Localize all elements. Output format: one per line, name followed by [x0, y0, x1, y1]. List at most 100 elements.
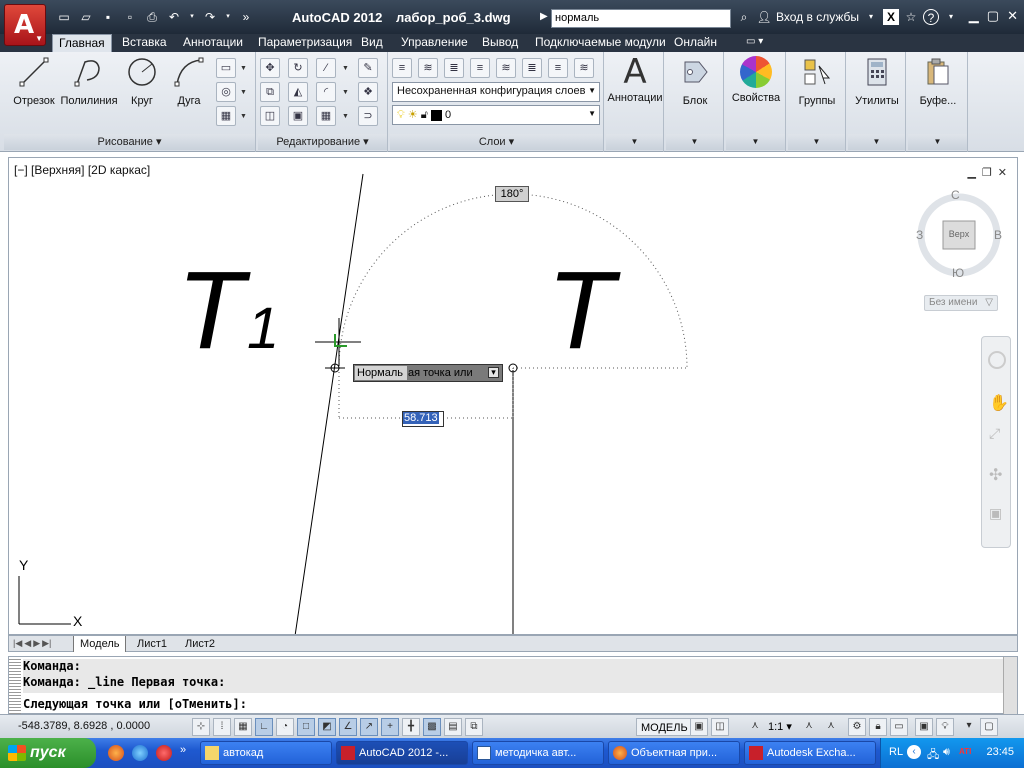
ribbon-minimize-icon[interactable]: ▭ ▾ [740, 34, 769, 52]
layer-state-icon[interactable]: ≋ [418, 58, 438, 78]
workspace-switching-icon[interactable]: ⚙ [848, 718, 866, 736]
qat-more-icon[interactable]: » [238, 10, 254, 24]
save-as-icon[interactable]: ▫ [122, 10, 138, 24]
tab-model[interactable]: Модель [73, 636, 127, 652]
quick-view-layouts-icon[interactable]: ▣ [690, 718, 708, 736]
layer-properties-icon[interactable]: ≡ [392, 58, 412, 78]
pan-hand-icon[interactable]: ✋ [989, 393, 1009, 413]
viewcube-west[interactable]: З [916, 228, 923, 242]
chevron-down-icon[interactable]: ▼ [342, 113, 349, 120]
tab-annotate[interactable]: Аннотации [177, 34, 249, 52]
dynamic-input-prompt[interactable]: Нормаль ая точка или ▾ [353, 364, 503, 382]
tab-home[interactable]: Главная [52, 34, 112, 52]
tab-online[interactable]: Онлайн [668, 34, 723, 52]
taskbar-item-autocad[interactable]: AutoCAD 2012 -... [336, 741, 468, 765]
taskbar-item-exchange[interactable]: Autodesk Excha... [744, 741, 876, 765]
infer-constraints-icon[interactable]: ⊹ [192, 718, 210, 736]
layer-match-icon[interactable]: ≣ [444, 58, 464, 78]
bulb-icon[interactable]: 💡︎ [936, 718, 954, 736]
fillet-icon[interactable]: ◜ [316, 82, 336, 102]
scale-icon[interactable]: ▣ [288, 106, 308, 126]
layers-panel-title[interactable]: Слои ▾ [390, 134, 603, 150]
layer-isolate-icon[interactable]: ≋ [496, 58, 516, 78]
circle-tool[interactable]: Круг [122, 56, 162, 107]
annotation-scale[interactable]: 1:1 ▾ [768, 718, 792, 736]
chevron-down-icon[interactable]: ▼ [240, 65, 247, 72]
tab-plugins[interactable]: Подключаемые модули [529, 34, 672, 52]
viewcube-south[interactable]: Ю [952, 266, 964, 280]
chevron-down-icon[interactable]: ▼ [240, 113, 247, 120]
viewcube-east[interactable]: В [994, 228, 1002, 242]
utilities-panel[interactable]: Утилиты ▼ [848, 52, 906, 152]
polar-tracking-icon[interactable]: ◔ [276, 718, 294, 736]
draw-panel-title[interactable]: Рисование ▾ [4, 134, 255, 150]
chevron-down-icon[interactable]: ▾ [863, 9, 879, 25]
new-file-icon[interactable]: ▭ [56, 10, 72, 24]
current-layer-select[interactable]: 💡︎ ☀ 🔓︎ 0 ▼ [392, 105, 600, 125]
transparency-icon[interactable]: ▩ [423, 718, 441, 736]
close-icon[interactable]: ✕ [1007, 8, 1018, 24]
explode-icon[interactable]: ❖ [358, 82, 378, 102]
3d-osnap-icon[interactable]: ◩ [318, 718, 336, 736]
ati-icon[interactable]: ATI [959, 747, 971, 756]
annotation-panel[interactable]: A Аннотации ▼ [606, 52, 664, 152]
taskbar-item-folder[interactable]: автокад [200, 741, 332, 765]
ortho-icon[interactable]: ∟ [255, 718, 273, 736]
language-indicator[interactable]: RL [889, 746, 903, 758]
command-line[interactable]: Команда: Команда: _line Первая точка: Сл… [8, 656, 1018, 715]
properties-panel[interactable]: Свойства ▼ [726, 52, 786, 152]
tab-layout1[interactable]: Лист1 [131, 636, 173, 652]
start-button[interactable]: пуск [0, 738, 96, 768]
command-prompt[interactable]: Следующая точка или [оТменить]: [23, 697, 247, 711]
lineweight-icon[interactable]: ╋ [402, 718, 420, 736]
chevron-down-icon[interactable]: ▼ [848, 134, 905, 150]
tab-parametric[interactable]: Параметризация [252, 34, 358, 52]
next-tab-icon[interactable]: ▶ [33, 638, 40, 649]
otrack-icon[interactable]: ∠ [339, 718, 357, 736]
undo-dropdown-icon[interactable]: ▾ [188, 10, 196, 24]
layer-state-select[interactable]: Несохраненная конфигурация слоев ▼ [392, 82, 600, 102]
drawn-line[interactable] [294, 173, 364, 635]
status-menu-icon[interactable]: ▾ [960, 718, 978, 736]
viewcube[interactable]: С Ю З В Верх [914, 188, 1004, 280]
exchange-icon[interactable]: X [883, 9, 899, 25]
command-line-grip[interactable] [9, 657, 21, 715]
prev-tab-icon[interactable]: ◀ [24, 638, 31, 649]
rotate-icon[interactable]: ↻ [288, 58, 308, 78]
clipboard-panel[interactable]: Буфе... ▼ [908, 52, 968, 152]
mirror-icon[interactable]: ◭ [288, 82, 308, 102]
quick-view-drawings-icon[interactable]: ◫ [711, 718, 729, 736]
firefox-icon[interactable] [108, 745, 124, 761]
signin-label[interactable]: Вход в службы [776, 10, 859, 24]
polyline-tool[interactable]: Полилиния [60, 56, 118, 107]
groups-panel[interactable]: Группы ▼ [788, 52, 846, 152]
tab-manage[interactable]: Управление [395, 34, 474, 52]
minimize-icon[interactable]: ▁ [969, 8, 979, 24]
search-input[interactable]: нормаль [551, 9, 731, 28]
drawing-area[interactable]: Y X T 1 T [−] [Верхняя] [2D каркас] ▁ ❐ … [8, 157, 1018, 635]
drawing-text-subscript[interactable]: 1 [247, 296, 279, 361]
tab-layout2[interactable]: Лист2 [179, 636, 221, 652]
copy-icon[interactable]: ⧉ [260, 82, 280, 102]
tab-view[interactable]: Вид [355, 34, 389, 52]
selection-cycling-icon[interactable]: ⧉ [465, 718, 483, 736]
draw-more-icon[interactable]: ▦ [216, 106, 236, 126]
open-file-icon[interactable]: ▱ [78, 10, 94, 24]
move-icon[interactable]: ✥ [260, 58, 280, 78]
chevron-down-icon[interactable]: ▼ [240, 89, 247, 96]
viewcube-top-face[interactable]: Верх [945, 229, 973, 239]
zoom-extents-icon[interactable]: ⤢ [989, 425, 1000, 442]
block-panel[interactable]: Блок ▼ [666, 52, 724, 152]
chevron-down-icon[interactable]: ▼ [342, 89, 349, 96]
star-icon[interactable]: ☆ [903, 9, 919, 25]
hatch-icon[interactable]: ◎ [216, 82, 236, 102]
search-expand-icon[interactable]: ▶ [540, 11, 548, 22]
showmotion-icon[interactable]: ▣ [989, 505, 1002, 522]
save-icon[interactable]: ▪ [100, 10, 116, 24]
drawing-text-t1[interactable]: T [177, 249, 251, 372]
offset-icon[interactable]: ⊃ [358, 106, 378, 126]
restore-icon[interactable]: ❐ [982, 166, 992, 179]
opera-icon[interactable] [156, 745, 172, 761]
command-scrollbar[interactable] [1003, 657, 1017, 715]
annotation-visibility-icon[interactable]: ⋏ [800, 718, 818, 736]
